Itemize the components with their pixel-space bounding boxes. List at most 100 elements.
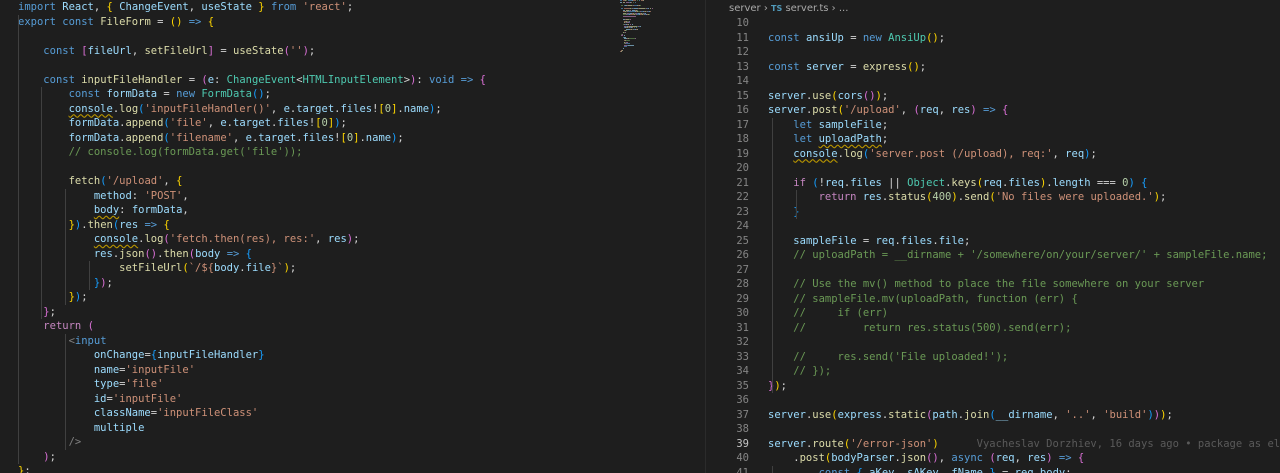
code-line[interactable]: formData.append('file', e.target.files![… <box>0 116 705 131</box>
code-line[interactable]: import React, { ChangeEvent, useState } … <box>0 0 705 15</box>
minimap[interactable] <box>620 0 700 60</box>
code-line[interactable]: }; <box>0 464 705 473</box>
code-line[interactable]: 14 <box>719 74 1280 89</box>
code-line[interactable]: }; <box>0 305 705 320</box>
code-line[interactable]: body: formData, <box>0 203 705 218</box>
code-line[interactable]: setFileUrl(`/${body.file}`); <box>0 261 705 276</box>
code-line[interactable]: // console.log(formData.get('file')); <box>0 145 705 160</box>
code-line[interactable]: }); <box>0 290 705 305</box>
code-text: multiple <box>18 421 145 436</box>
code-line[interactable]: ); <box>0 450 705 465</box>
code-token: body <box>93 204 120 216</box>
code-line[interactable]: 13 const server = express(); <box>719 60 1280 75</box>
code-line[interactable]: 33 // res.send('File uploaded!'); <box>719 350 1280 365</box>
code-line[interactable]: method: 'POST', <box>0 189 705 204</box>
code-token: ; <box>289 262 297 274</box>
code-token: : <box>131 189 145 202</box>
code-line[interactable]: multiple <box>0 421 705 436</box>
code-line[interactable]: 12 <box>719 45 1280 60</box>
code-token: if <box>793 176 806 189</box>
code-line[interactable]: 32 <box>719 335 1280 350</box>
code-line[interactable]: 35}); <box>719 379 1280 394</box>
code-token: express <box>862 60 908 73</box>
code-token: useState <box>201 1 252 13</box>
code-line[interactable]: 29 // sampleFile.mv(uploadPath, function… <box>719 292 1280 307</box>
code-line[interactable]: 21 if (!req.files || Object.keys(req.fil… <box>719 176 1280 191</box>
code-line[interactable]: 28 // Use the mv() method to place the f… <box>719 277 1280 292</box>
code-line[interactable]: console.log('inputFileHandler()', e.targ… <box>0 102 705 117</box>
right-code-area[interactable]: 10 11 const ansiUp = new AnsiUp(); 12 13 cons… <box>719 16 1280 473</box>
code-token: , <box>938 104 952 116</box>
code-line[interactable]: const inputFileHandler = (e: ChangeEvent… <box>0 73 705 88</box>
code-line[interactable]: 22 return res.status(400).send('No files… <box>719 190 1280 205</box>
code-line[interactable]: 25 sampleFile = req.files.file; <box>719 234 1280 249</box>
code-line[interactable] <box>0 58 705 73</box>
breadcrumb-file[interactable]: server.ts <box>785 3 828 14</box>
code-line[interactable]: 39 server.route('/error-json') Vyacheslav… <box>719 437 1280 452</box>
code-line[interactable]: const [fileUrl, setFileUrl] = useState('… <box>0 44 705 59</box>
breadcrumb-rest[interactable]: ... <box>839 3 849 14</box>
breadcrumb-folder[interactable]: server <box>729 3 761 14</box>
code-line[interactable]: 38 <box>719 422 1280 437</box>
code-token: 'No files were uploaded.' <box>995 191 1154 203</box>
code-token: AnsiUp <box>888 31 927 44</box>
code-line[interactable] <box>0 29 705 44</box>
code-line[interactable]: onChange={inputFileHandler} <box>0 348 705 363</box>
code-line[interactable]: }).then(res => { <box>0 218 705 233</box>
code-token: file <box>245 262 271 274</box>
code-token: post <box>799 452 825 464</box>
code-line[interactable]: 17 let sampleFile; <box>719 118 1280 133</box>
code-token: void <box>429 73 455 86</box>
code-line[interactable]: 40 .post(bodyParser.json(), async (req, … <box>719 451 1280 466</box>
code-token: append <box>125 131 164 144</box>
code-line[interactable]: 30 // if (err) <box>719 306 1280 321</box>
code-line[interactable]: 18 let uploadPath; <box>719 132 1280 147</box>
right-editor[interactable]: server › TS server.ts › ... 10 11 const an… <box>719 0 1280 473</box>
code-line[interactable]: /> <box>0 435 705 450</box>
code-line[interactable] <box>0 160 705 175</box>
code-line[interactable]: 26 // uploadPath = __dirname + '/somewhe… <box>719 248 1280 263</box>
code-line[interactable]: 11 const ansiUp = new AnsiUp(); <box>719 31 1280 46</box>
code-line[interactable]: 10 <box>719 16 1280 31</box>
code-line[interactable]: return ( <box>0 319 705 334</box>
code-line[interactable]: 24 <box>719 219 1280 234</box>
minimap-mark <box>630 19 631 21</box>
code-line[interactable]: 15 server.use(cors()); <box>719 89 1280 104</box>
code-token: => <box>188 15 202 28</box>
code-line[interactable]: }); <box>0 276 705 291</box>
code-line[interactable]: 31 // return res.status(500).send(err); <box>719 321 1280 336</box>
code-line[interactable]: 16 server.post('/upload', (req, res) => { <box>719 103 1280 118</box>
code-token: { <box>163 218 170 231</box>
indent-guide <box>41 87 42 319</box>
code-line[interactable]: 41 const { aKey, sAKey, fName } = req.bo… <box>719 466 1280 473</box>
code-token: export <box>18 15 56 28</box>
code-line[interactable]: <input <box>0 334 705 349</box>
code-line[interactable]: 20 <box>719 161 1280 176</box>
code-line[interactable]: 36 <box>719 393 1280 408</box>
minimap-mark <box>640 4 641 6</box>
code-line[interactable]: id='inputFile' <box>0 392 705 407</box>
code-line[interactable]: export const FileForm = () => { <box>0 15 705 30</box>
line-number: 23 <box>736 205 749 218</box>
left-code-area[interactable]: import React, { ChangeEvent, useState } … <box>0 0 705 473</box>
code-line[interactable]: 34 // }); <box>719 364 1280 379</box>
code-line[interactable]: formData.append('filename', e.target.fil… <box>0 131 705 146</box>
code-token: req <box>995 452 1015 464</box>
code-line[interactable]: 23 } <box>719 205 1280 220</box>
code-line[interactable]: fetch('/upload', { <box>0 174 705 189</box>
editor-splitter[interactable] <box>705 0 720 473</box>
code-text: export const FileForm = () => { <box>18 15 214 30</box>
code-token: log <box>144 233 164 245</box>
code-line[interactable]: res.json().then(body => { <box>0 247 705 262</box>
code-line[interactable]: 19 console.log('server.post (/upload), r… <box>719 147 1280 162</box>
code-token: type <box>93 378 120 390</box>
code-line[interactable]: 27 <box>719 263 1280 278</box>
line-number: 34 <box>736 365 749 377</box>
code-line[interactable]: type='file' <box>0 377 705 392</box>
left-editor[interactable]: import React, { ChangeEvent, useState } … <box>0 0 705 473</box>
code-line[interactable]: console.log('fetch.then(res), res:', res… <box>0 232 705 247</box>
code-line[interactable]: name='inputFile' <box>0 363 705 378</box>
code-line[interactable]: 37 server.use(express.static(path.join(__… <box>719 408 1280 423</box>
code-line[interactable]: className='inputFileClass' <box>0 406 705 421</box>
code-line[interactable]: const formData = new FormData(); <box>0 87 705 102</box>
